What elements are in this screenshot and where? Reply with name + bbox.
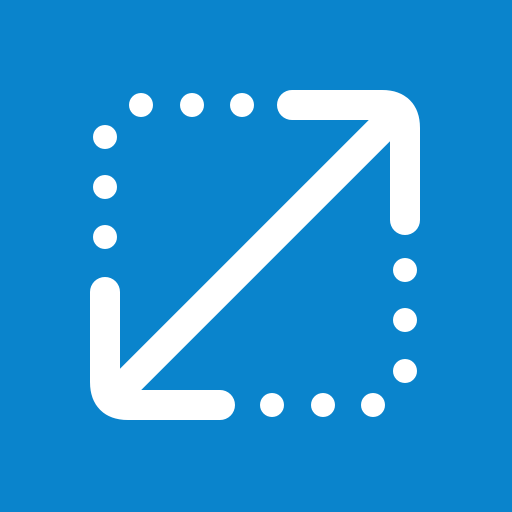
app-icon <box>0 0 512 512</box>
resize-diagonal-icon <box>90 90 420 420</box>
